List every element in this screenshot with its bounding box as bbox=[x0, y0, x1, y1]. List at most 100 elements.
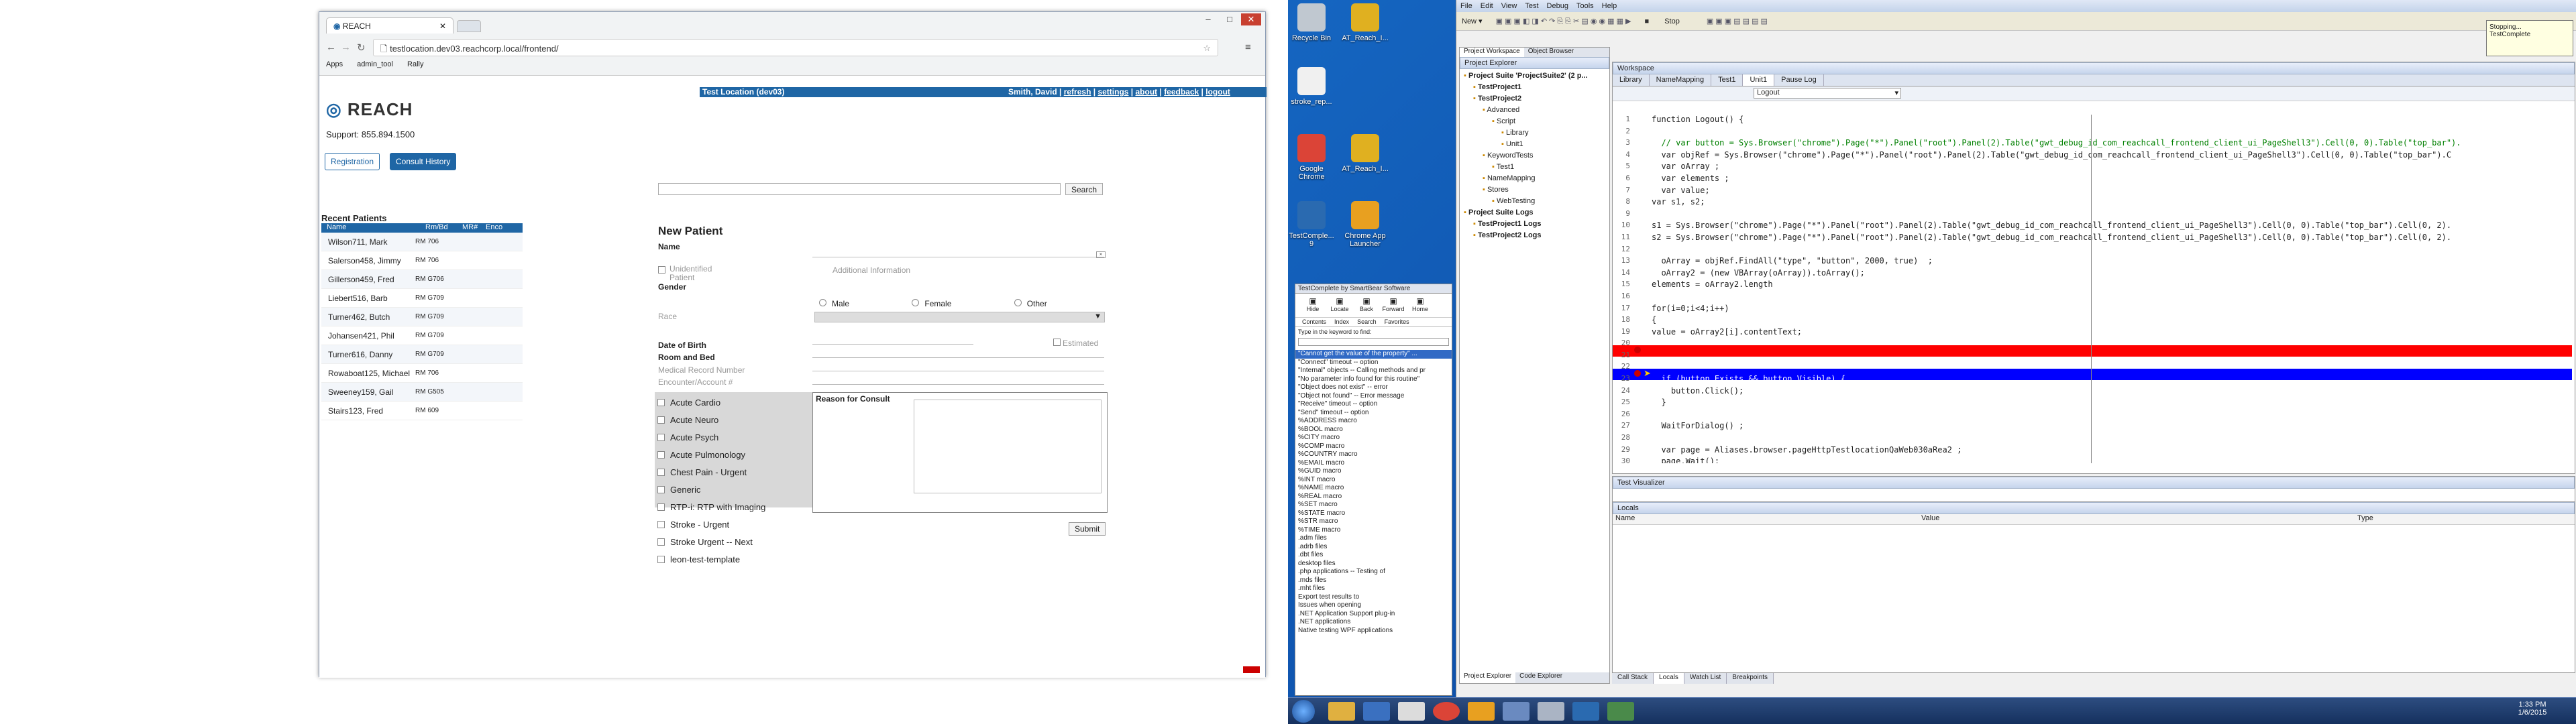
reload-icon[interactable]: ↻ bbox=[357, 42, 366, 54]
notepad-taskbar-icon[interactable] bbox=[1398, 702, 1425, 721]
help-index-item[interactable]: %NAME macro bbox=[1295, 484, 1452, 493]
new-tab-button[interactable] bbox=[457, 20, 481, 32]
help-index-item[interactable]: "Object does not exist" -- error bbox=[1295, 383, 1452, 392]
maximize-icon[interactable]: □ bbox=[1220, 13, 1240, 25]
help-index-item[interactable]: %CITY macro bbox=[1295, 434, 1452, 442]
patient-row[interactable]: Rowaboat125, Michael RM 706 bbox=[321, 364, 523, 383]
desktop-icon[interactable]: AT_Reach_I... bbox=[1342, 3, 1389, 42]
start-button[interactable] bbox=[1292, 700, 1315, 723]
close-icon[interactable]: ✕ bbox=[1241, 13, 1261, 25]
consult-checkbox[interactable] bbox=[657, 468, 665, 476]
routine-select[interactable]: Logout ▾ bbox=[1754, 88, 1901, 99]
patient-row[interactable]: Salerson458, Jimmy RM 706 bbox=[321, 251, 523, 270]
help-index-item[interactable]: "Object not found" -- Error message bbox=[1295, 392, 1452, 401]
address-bar[interactable]: 🗋 testlocation.dev03.reachcorp.local/fro… bbox=[373, 39, 1218, 56]
patient-row[interactable]: Johansen421, Phil RM G709 bbox=[321, 326, 523, 345]
consult-option[interactable]: Chest Pain - Urgent bbox=[655, 463, 812, 481]
bookmark-star-icon[interactable]: ☆ bbox=[1203, 43, 1211, 54]
help-index-item[interactable]: %STR macro bbox=[1295, 518, 1452, 526]
patient-row[interactable]: Wilson711, Mark RM 706 bbox=[321, 233, 523, 251]
chrome-taskbar-icon[interactable] bbox=[1433, 702, 1460, 721]
consult-history-button[interactable]: Consult History bbox=[390, 153, 457, 170]
tree-item[interactable]: ▪ WebTesting bbox=[1461, 197, 1608, 208]
help-index-item[interactable]: "Internal" objects -- Calling methods an… bbox=[1295, 367, 1452, 375]
object-browser-tab[interactable]: Object Browser bbox=[1524, 48, 1578, 57]
help-index-item[interactable]: Native testing WPF applications bbox=[1295, 627, 1452, 636]
help-index-item[interactable]: .mds files bbox=[1295, 577, 1452, 585]
search-input[interactable] bbox=[658, 183, 1061, 195]
help-tab[interactable]: Favorites bbox=[1381, 318, 1413, 326]
help-index-item[interactable]: desktop files bbox=[1295, 560, 1452, 568]
consult-option[interactable]: Stroke Urgent -- Next bbox=[655, 533, 812, 550]
desktop-icon[interactable]: Recycle Bin bbox=[1288, 3, 1335, 42]
debug-tab[interactable]: Watch List bbox=[1684, 673, 1727, 684]
patient-row[interactable]: Sweeney159, Gail RM G505 bbox=[321, 383, 523, 402]
tree-item[interactable]: ▪ Test1 bbox=[1461, 163, 1608, 174]
forward-icon[interactable]: → bbox=[341, 42, 351, 53]
app-taskbar-icon[interactable] bbox=[1468, 702, 1495, 721]
help-index-item[interactable]: "Connect" timeout -- option bbox=[1295, 359, 1452, 367]
menu-item[interactable]: Edit bbox=[1477, 2, 1497, 10]
tree-item[interactable]: ▪ Advanced bbox=[1461, 106, 1608, 117]
patient-row[interactable]: Liebert516, Barb RM G709 bbox=[321, 289, 523, 308]
code-editor[interactable]: ➤ 1 2 3 4 5 6 7 8 9 10 11 12 13 14 15 16 17 18 19 20 21 22 23 2… bbox=[1613, 115, 2572, 463]
help-tab[interactable]: Contents bbox=[1298, 318, 1330, 326]
testcomplete-taskbar-icon[interactable] bbox=[1572, 702, 1599, 721]
name-options-icon[interactable]: » bbox=[1096, 251, 1106, 258]
project-explorer-bottom-tab[interactable]: Project Explorer bbox=[1460, 672, 1516, 683]
tree-item[interactable]: ▪ Project Suite 'ProjectSuite2' (2 p... bbox=[1461, 72, 1608, 83]
help-index-item[interactable]: "No parameter info found for this routin… bbox=[1295, 375, 1452, 384]
logout-link[interactable]: logout bbox=[1205, 87, 1230, 97]
help-index-item[interactable]: %GUID macro bbox=[1295, 467, 1452, 476]
editor-tab[interactable]: NameMapping bbox=[1650, 74, 1712, 86]
help-index-item[interactable]: %EMAIL macro bbox=[1295, 459, 1452, 468]
back-icon[interactable]: ← bbox=[326, 42, 336, 53]
consult-option[interactable]: Acute Pulmonology bbox=[655, 446, 812, 463]
app-taskbar-icon-2[interactable] bbox=[1503, 702, 1529, 721]
consult-option[interactable]: Stroke - Urgent bbox=[655, 516, 812, 533]
help-index-item[interactable]: .mht files bbox=[1295, 585, 1452, 593]
help-index-item[interactable]: "Receive" timeout -- option bbox=[1295, 400, 1452, 409]
editor-tab[interactable]: Library bbox=[1613, 74, 1650, 86]
help-index-item[interactable]: %COMP macro bbox=[1295, 442, 1452, 451]
estimated-checkbox[interactable] bbox=[1053, 339, 1061, 346]
consult-checkbox[interactable] bbox=[657, 416, 665, 424]
explorer-taskbar-icon[interactable] bbox=[1363, 702, 1390, 721]
tree-item[interactable]: ▪ TestProject1 Logs bbox=[1461, 220, 1608, 231]
editor-tab[interactable]: Unit1 bbox=[1743, 74, 1775, 86]
tree-item[interactable]: ▪ Unit1 bbox=[1461, 140, 1608, 152]
consult-option[interactable]: RTP-i: RTP with Imaging bbox=[655, 498, 812, 516]
unidentified-checkbox[interactable] bbox=[658, 266, 665, 274]
settings-link[interactable]: settings bbox=[1097, 87, 1128, 97]
help-toolbar-button[interactable]: ▣ Back bbox=[1353, 294, 1380, 317]
help-index-item[interactable]: %STATE macro bbox=[1295, 509, 1452, 518]
debug-tab[interactable]: Breakpoints bbox=[1727, 673, 1774, 684]
help-index-item[interactable]: %INT macro bbox=[1295, 476, 1452, 485]
consult-checkbox[interactable] bbox=[657, 538, 665, 546]
patient-row[interactable]: Gillerson459, Fred RM G706 bbox=[321, 270, 523, 289]
consult-checkbox[interactable] bbox=[657, 433, 665, 441]
help-index-item[interactable]: .NET Application Support plug-in bbox=[1295, 610, 1452, 619]
help-tab[interactable]: Search bbox=[1353, 318, 1381, 326]
search-button[interactable]: Search bbox=[1065, 183, 1104, 195]
help-index-item[interactable]: %BOOL macro bbox=[1295, 426, 1452, 434]
help-toolbar-button[interactable]: ▣ Forward bbox=[1380, 294, 1407, 317]
tree-item[interactable]: ▪ Library bbox=[1461, 129, 1608, 140]
menu-item[interactable]: View bbox=[1497, 2, 1521, 10]
consult-checkbox[interactable] bbox=[657, 485, 665, 493]
breakpoint-icon[interactable] bbox=[1634, 370, 1641, 377]
consult-checkbox[interactable] bbox=[657, 450, 665, 459]
desktop-icon[interactable]: Chrome App Launcher bbox=[1342, 201, 1389, 248]
help-index-item[interactable]: %COUNTRY macro bbox=[1295, 450, 1452, 459]
tree-item[interactable]: ▪ TestProject2 Logs bbox=[1461, 231, 1608, 243]
dob-field[interactable] bbox=[812, 344, 973, 345]
desktop-icon[interactable]: AT_Reach_I... bbox=[1342, 134, 1389, 173]
tree-item[interactable]: ▪ Stores bbox=[1461, 186, 1608, 197]
help-index-item[interactable]: .NET applications bbox=[1295, 618, 1452, 627]
debug-tab[interactable]: Locals bbox=[1654, 673, 1684, 684]
patient-row[interactable]: Turner616, Danny RM G709 bbox=[321, 345, 523, 364]
tree-item[interactable]: ▪ KeywordTests bbox=[1461, 152, 1608, 163]
bookmark-rally[interactable]: Rally bbox=[407, 60, 423, 68]
race-select[interactable]: ▼ bbox=[814, 312, 1105, 322]
help-index-item[interactable]: "Send" timeout -- option bbox=[1295, 409, 1452, 418]
